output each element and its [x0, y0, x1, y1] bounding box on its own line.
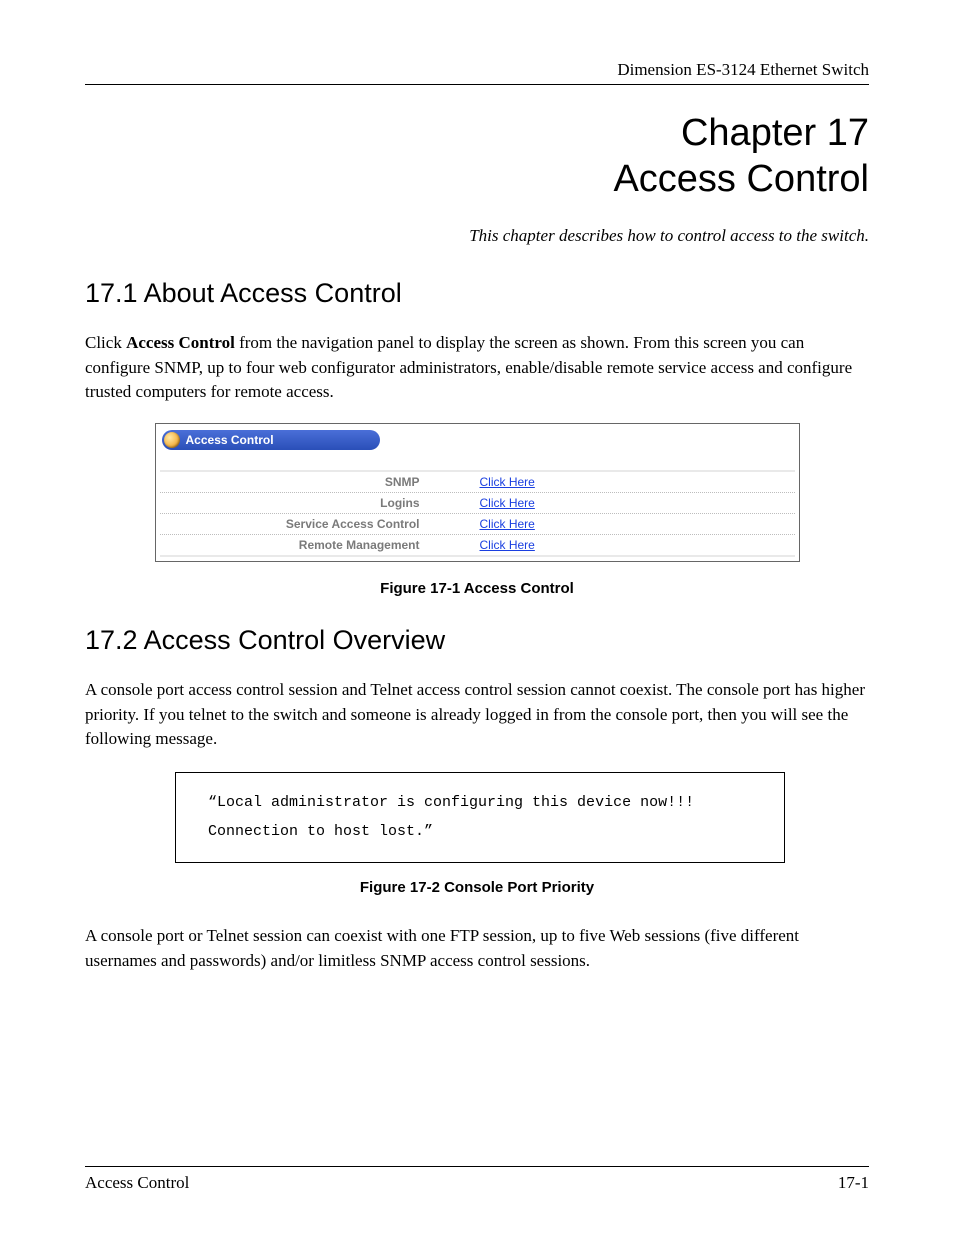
header-product: Dimension ES-3124 Ethernet Switch [85, 60, 869, 85]
section-title: Access Control Overview [144, 625, 446, 655]
section-17-1-paragraph: Click Access Control from the navigation… [85, 331, 869, 405]
remote-management-link[interactable]: Click Here [438, 538, 535, 552]
table-row: Logins Click Here [160, 493, 795, 514]
panel-title: Access Control [186, 433, 274, 447]
footer-right: 17-1 [838, 1173, 869, 1193]
logins-link[interactable]: Click Here [438, 496, 535, 510]
service-access-control-link[interactable]: Click Here [438, 517, 535, 531]
section-title: About Access Control [144, 278, 402, 308]
message-line: Connection to host lost.” [208, 818, 768, 847]
orb-icon [164, 432, 180, 448]
message-line: “Local administrator is configuring this… [208, 789, 768, 818]
section-number: 17.1 [85, 278, 138, 308]
table-row: Service Access Control Click Here [160, 514, 795, 535]
row-label: Service Access Control [160, 517, 438, 531]
footer-left: Access Control [85, 1173, 189, 1193]
chapter-description: This chapter describes how to control ac… [85, 226, 869, 246]
console-message-box: “Local administrator is configuring this… [175, 772, 785, 863]
figure-17-2-caption: Figure 17-2 Console Port Priority [85, 879, 869, 896]
chapter-title: Chapter 17 Access Control [85, 111, 869, 202]
section-17-2-paragraph: A console port access control session an… [85, 678, 869, 752]
section-number: 17.2 [85, 625, 138, 655]
snmp-link[interactable]: Click Here [438, 475, 535, 489]
row-label: Remote Management [160, 538, 438, 552]
chapter-name: Access Control [613, 158, 869, 200]
panel-header: Access Control [160, 428, 795, 452]
table-row: Remote Management Click Here [160, 535, 795, 555]
page: Dimension ES-3124 Ethernet Switch Chapte… [0, 0, 954, 1235]
access-control-table: SNMP Click Here Logins Click Here Servic… [160, 470, 795, 557]
page-footer: Access Control 17-1 [85, 1166, 869, 1193]
paragraph-after-fig2: A console port or Telnet session can coe… [85, 924, 869, 973]
figure-17-1-panel: Access Control SNMP Click Here Logins Cl… [155, 423, 800, 562]
table-row: SNMP Click Here [160, 472, 795, 493]
section-17-1-heading: 17.1 About Access Control [85, 278, 869, 309]
row-label: SNMP [160, 475, 438, 489]
panel-title-pill: Access Control [162, 430, 380, 450]
chapter-number: Chapter 17 [681, 112, 869, 154]
row-label: Logins [160, 496, 438, 510]
bold-text: Access Control [126, 333, 235, 352]
figure-17-1-caption: Figure 17-1 Access Control [85, 580, 869, 597]
section-17-2-heading: 17.2 Access Control Overview [85, 625, 869, 656]
text: Click [85, 333, 126, 352]
